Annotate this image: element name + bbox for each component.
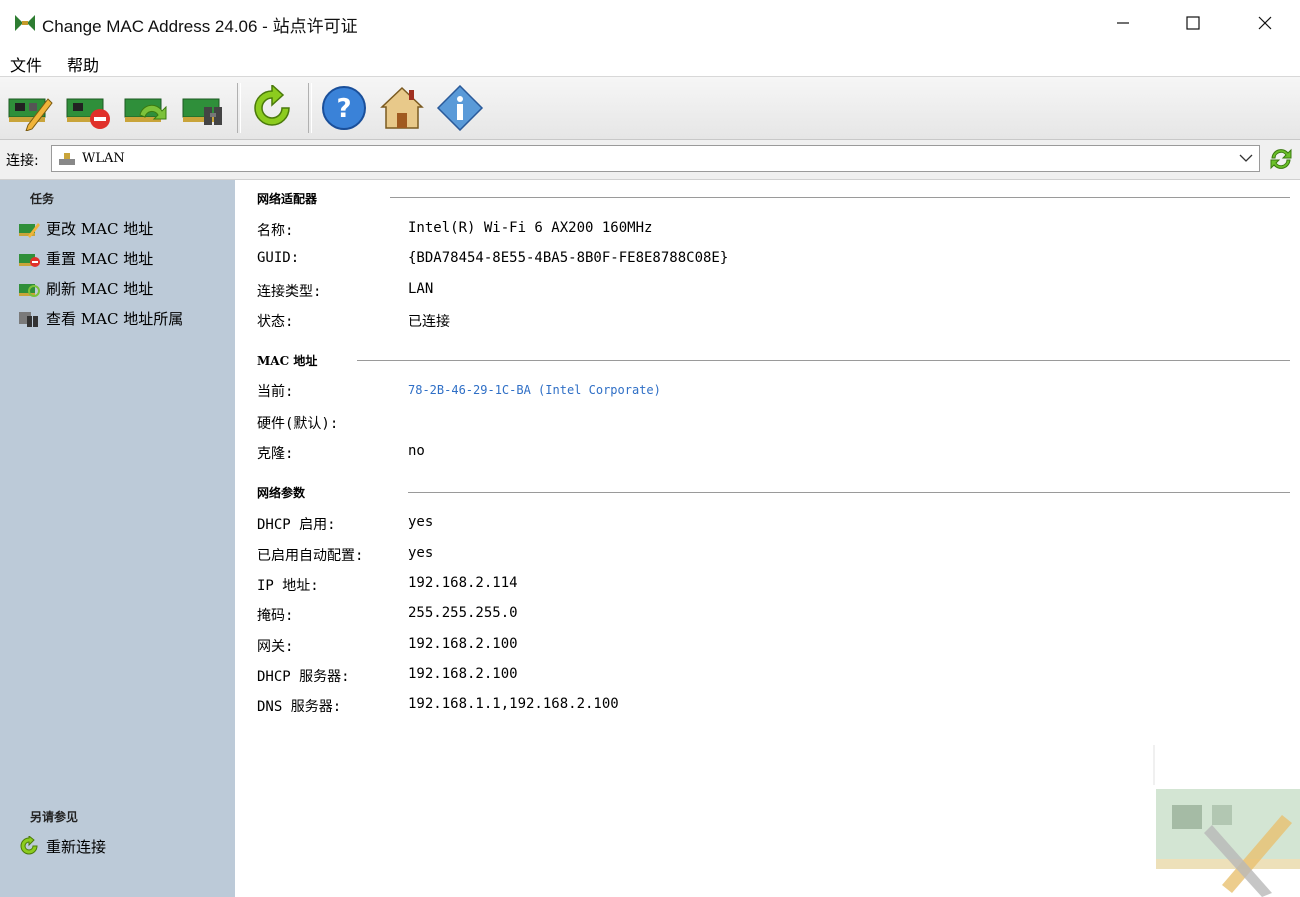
- sidebar-item-label: 重新连接: [46, 838, 107, 856]
- net-mask-label: 掩码:: [257, 608, 294, 624]
- net-dhcp-label: DHCP 启用:: [257, 517, 336, 533]
- net-dhcp-value: yes: [408, 514, 434, 530]
- net-gateway-label: 网关:: [257, 639, 294, 655]
- reconnect-icon: [20, 836, 38, 855]
- home-icon[interactable]: [378, 85, 426, 131]
- refresh-connections-icon[interactable]: [1268, 146, 1294, 172]
- adapter-name-value: Intel(R) Wi-Fi 6 AX200 160MHz: [408, 220, 653, 236]
- section-divider: [357, 360, 1290, 361]
- mac-owner-icon: [19, 312, 38, 327]
- connection-value: WLAN: [82, 151, 125, 166]
- toolbar-separator: [237, 83, 241, 133]
- menu-bar: 文件 帮助: [0, 46, 1300, 77]
- minimize-button[interactable]: [1088, 0, 1158, 46]
- net-mask-value: 255.255.255.0: [408, 605, 518, 621]
- app-logo-icon: [15, 15, 35, 31]
- see-also-heading: 另请参见: [30, 810, 79, 824]
- close-button[interactable]: [1230, 0, 1300, 46]
- maximize-button[interactable]: [1158, 0, 1228, 46]
- maximize-icon: [1186, 16, 1200, 30]
- sidebar-item-label: 重置 MAC 地址: [46, 250, 154, 268]
- mac-heading: MAC 地址: [257, 354, 318, 368]
- window-title: Change MAC Address 24.06 - 站点许可证: [42, 17, 358, 36]
- network-adapter-icon: [59, 153, 75, 165]
- connection-bar: 连接: WLAN: [0, 140, 1300, 180]
- mac-current-label: 当前:: [257, 384, 294, 400]
- sidebar-item-label: 更改 MAC 地址: [46, 220, 154, 238]
- tasks-heading: 任务: [30, 192, 55, 206]
- adapter-status-label: 状态:: [257, 314, 294, 330]
- details-panel: 网络适配器 名称: Intel(R) Wi-Fi 6 AX200 160MHz …: [235, 180, 1300, 897]
- net-ip-value: 192.168.2.114: [408, 575, 518, 591]
- toolbar: ?: [0, 77, 1300, 140]
- refresh-mac-icon[interactable]: [122, 85, 170, 131]
- net-ip-label: IP 地址:: [257, 578, 319, 594]
- mac-clone-value: no: [408, 443, 425, 459]
- reset-mac-icon: [19, 254, 40, 267]
- connection-select[interactable]: WLAN: [51, 145, 1260, 172]
- section-divider: [408, 492, 1290, 493]
- adapter-guid-value: {BDA78454-8E55-4BA5-8B0F-FE8E8788C08E}: [408, 250, 729, 266]
- chevron-down-icon: [1239, 154, 1253, 162]
- net-autoconfig-value: yes: [408, 545, 434, 561]
- refresh-mac-icon: [19, 284, 40, 297]
- adapter-type-value: LAN: [408, 281, 434, 297]
- section-divider: [390, 197, 1290, 198]
- mac-clone-label: 克隆:: [257, 446, 294, 462]
- toolbar-separator: [308, 83, 312, 133]
- sidebar-item-label: 刷新 MAC 地址: [46, 280, 154, 298]
- adapter-guid-label: GUID:: [257, 250, 300, 266]
- network-card-watermark-icon: [1153, 745, 1300, 897]
- net-gateway-value: 192.168.2.100: [408, 636, 518, 652]
- title-bar: Change MAC Address 24.06 - 站点许可证: [0, 0, 1300, 46]
- net-dns-label: DNS 服务器:: [257, 699, 342, 715]
- reset-mac-icon[interactable]: [64, 85, 112, 131]
- connection-label: 连接:: [6, 153, 39, 169]
- reconnect-icon[interactable]: [248, 85, 296, 131]
- close-icon: [1258, 16, 1272, 30]
- help-icon[interactable]: ?: [320, 85, 368, 131]
- info-icon[interactable]: [436, 85, 484, 131]
- menu-help[interactable]: 帮助: [67, 52, 99, 76]
- adapter-heading: 网络适配器: [257, 192, 318, 206]
- sidebar-item-label: 查看 MAC 地址所属: [46, 310, 184, 328]
- adapter-name-label: 名称:: [257, 223, 294, 239]
- mac-hardware-label: 硬件(默认):: [257, 416, 339, 432]
- adapter-type-label: 连接类型:: [257, 284, 322, 300]
- adapter-status-value: 已连接: [408, 314, 450, 330]
- task-sidebar: 任务 更改 MAC 地址 重置 MAC 地址 刷新 MAC 地址 查看 MAC …: [0, 180, 235, 897]
- mac-owner-icon[interactable]: [180, 85, 228, 131]
- net-dns-value: 192.168.1.1,192.168.2.100: [408, 696, 619, 712]
- net-dhcp-server-label: DHCP 服务器:: [257, 669, 350, 685]
- network-heading: 网络参数: [257, 486, 306, 500]
- minimize-icon: [1117, 22, 1129, 24]
- menu-file[interactable]: 文件: [10, 52, 42, 76]
- change-mac-icon[interactable]: [6, 85, 54, 131]
- svg-text:?: ?: [336, 94, 351, 124]
- net-autoconfig-label: 已启用自动配置:: [257, 548, 364, 564]
- change-mac-icon: [19, 223, 40, 238]
- mac-current-link[interactable]: 78-2B-46-29-1C-BA (Intel Corporate): [408, 383, 661, 397]
- net-dhcp-server-value: 192.168.2.100: [408, 666, 518, 682]
